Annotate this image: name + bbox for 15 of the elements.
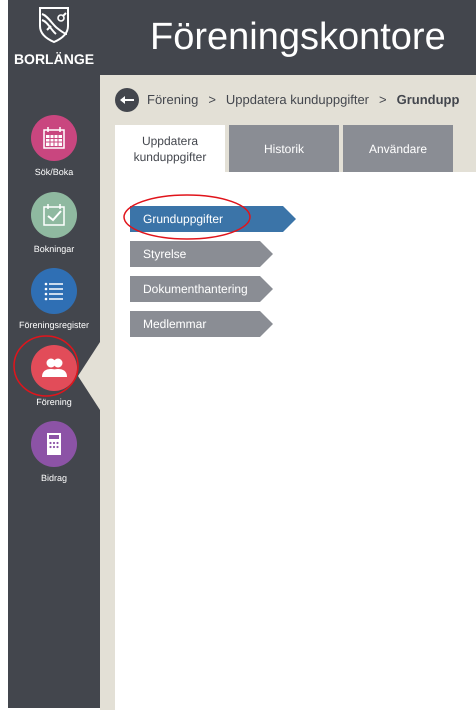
breadcrumb-link[interactable]: Uppdatera kunduppgifter: [226, 90, 370, 110]
breadcrumb-separator: >: [208, 91, 216, 110]
sidebar-item[interactable]: Föreningsregister: [8, 267, 100, 332]
sidebar-item[interactable]: Förening: [8, 344, 100, 409]
breadcrumb-link[interactable]: Förening: [147, 90, 198, 110]
sidebar-item[interactable]: Bokningar: [8, 190, 100, 256]
submenu-item[interactable]: Grunduppgifter: [130, 206, 296, 232]
tab[interactable]: Uppdatera kunduppgifter: [115, 125, 225, 172]
breadcrumb-current: Grundupp: [396, 91, 460, 110]
logo-text: BORLÄNGE: [14, 50, 94, 69]
page-title: Föreningskontore: [150, 15, 446, 60]
sidebar-item[interactable]: Bidrag: [8, 420, 100, 486]
sidebar-item[interactable]: Sök/Boka: [8, 114, 100, 180]
breadcrumb-separator: >: [379, 91, 387, 110]
shield-logo-icon: [37, 6, 71, 44]
